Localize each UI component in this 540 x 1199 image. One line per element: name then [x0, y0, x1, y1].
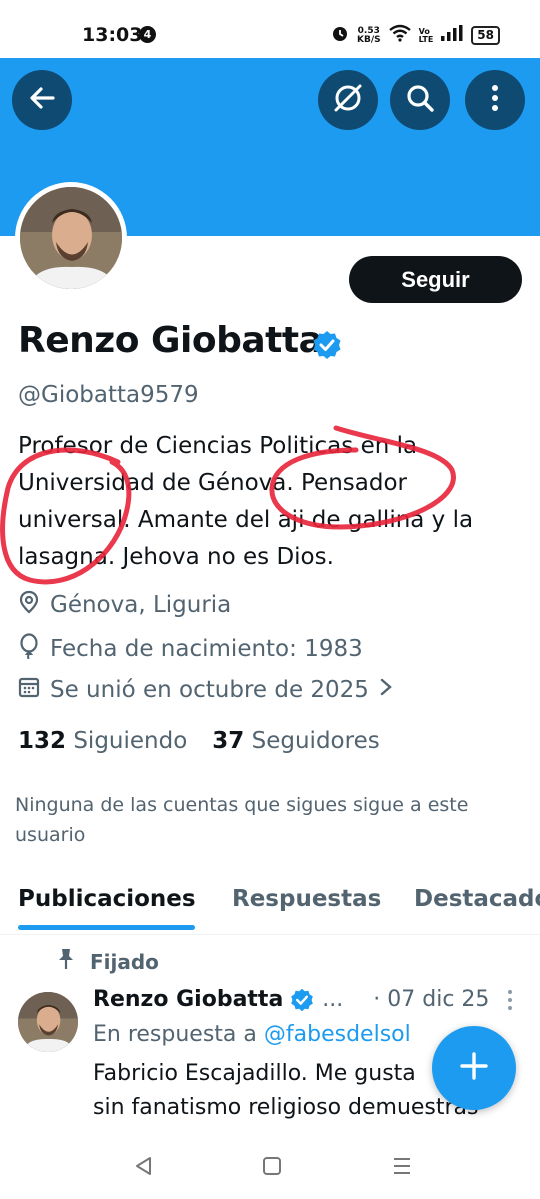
volte-indicator: Vo LTE [418, 26, 434, 44]
bio-line: lasagna. Jehova no es Dios. [18, 544, 334, 570]
location-pin-icon [18, 590, 40, 620]
alarm-icon [331, 24, 349, 47]
post-more-icon[interactable] [507, 989, 513, 1011]
net-speed: 0.53 KB/S [356, 25, 381, 45]
chevron-right-icon [379, 677, 393, 703]
reply-context: En respuesta a @fabesdelsol [93, 1022, 411, 1047]
profile-name: Renzo Giobatta [18, 320, 323, 361]
location-text: Génova, Liguria [50, 592, 232, 618]
search-button[interactable] [390, 70, 450, 130]
back-button[interactable] [12, 70, 72, 130]
joined-row[interactable]: Se unió en octubre de 2025 [18, 676, 393, 704]
avatar-photo [20, 187, 122, 289]
profile-handle: @Giobatta9579 [18, 382, 199, 408]
nav-recents-icon[interactable] [392, 1156, 412, 1181]
calendar-icon [18, 676, 40, 704]
nav-back-icon[interactable] [134, 1156, 154, 1181]
birth-row: Fecha de nacimiento: 1983 [18, 633, 363, 665]
signal-icon [441, 25, 463, 46]
joined-text: Se unió en octubre de 2025 [50, 677, 369, 703]
system-nav-bar [0, 1132, 540, 1199]
wifi-icon [388, 24, 411, 47]
battery-indicator: 58 [471, 26, 500, 45]
more-button[interactable] [465, 70, 525, 130]
tab-destacado[interactable]: Destacado [414, 886, 540, 912]
bio-line: universal. Amante del aji de gallina y l… [18, 507, 474, 533]
post-date[interactable]: · 07 dic 25 [373, 987, 489, 1012]
followers-stat[interactable]: 37 Seguidores [212, 728, 379, 754]
post-header: Renzo Giobatta ... · 07 dic 25 [93, 987, 513, 1012]
birth-text: Fecha de nacimiento: 1983 [50, 636, 363, 662]
nav-home-icon[interactable] [262, 1156, 282, 1181]
bio-line: Universidad de Génova. Pensador [18, 470, 407, 496]
post-ellipsis: ... [322, 987, 344, 1012]
tab-respuestas[interactable]: Respuestas [232, 886, 381, 912]
location-row: Génova, Liguria [18, 590, 231, 620]
pinned-label: Fijado [56, 948, 159, 975]
profile-avatar[interactable] [15, 182, 127, 294]
arrow-left-icon [28, 84, 56, 117]
grok-button[interactable] [318, 70, 378, 130]
plus-icon [459, 1051, 489, 1086]
status-time: 13:03 [82, 24, 143, 46]
bio-line: Profesor de Ciencias Politicas en la [18, 433, 418, 459]
follow-button[interactable]: Seguir [349, 256, 522, 303]
pin-icon [56, 948, 76, 975]
verified-badge-icon[interactable] [312, 330, 342, 365]
follow-stats: 132 Siguiendo 37 Seguidores [18, 728, 380, 754]
compose-button[interactable] [432, 1026, 516, 1110]
grok-icon [332, 82, 364, 119]
notification-badge: 4 [139, 26, 156, 43]
status-bar: 13:03 4 0.53 KB/S Vo LTE 58 [0, 0, 540, 58]
post-author[interactable]: Renzo Giobatta [93, 987, 283, 1012]
balloon-icon [18, 633, 40, 665]
search-icon [405, 83, 435, 118]
more-vertical-icon [491, 84, 499, 117]
tab-publicaciones[interactable]: Publicaciones [18, 886, 196, 912]
status-icons: 0.53 KB/S Vo LTE 58 [331, 24, 500, 47]
post-avatar[interactable] [18, 992, 78, 1052]
reply-handle-link[interactable]: @fabesdelsol [264, 1022, 411, 1047]
following-stat[interactable]: 132 Siguiendo [18, 728, 187, 754]
mutual-followers-notice: Ninguna de las cuentas que sigues sigue … [15, 794, 469, 846]
verified-badge-icon [290, 988, 314, 1012]
profile-bio: Profesor de Ciencias Politicas en la Uni… [18, 428, 518, 576]
active-tab-indicator [18, 925, 195, 930]
